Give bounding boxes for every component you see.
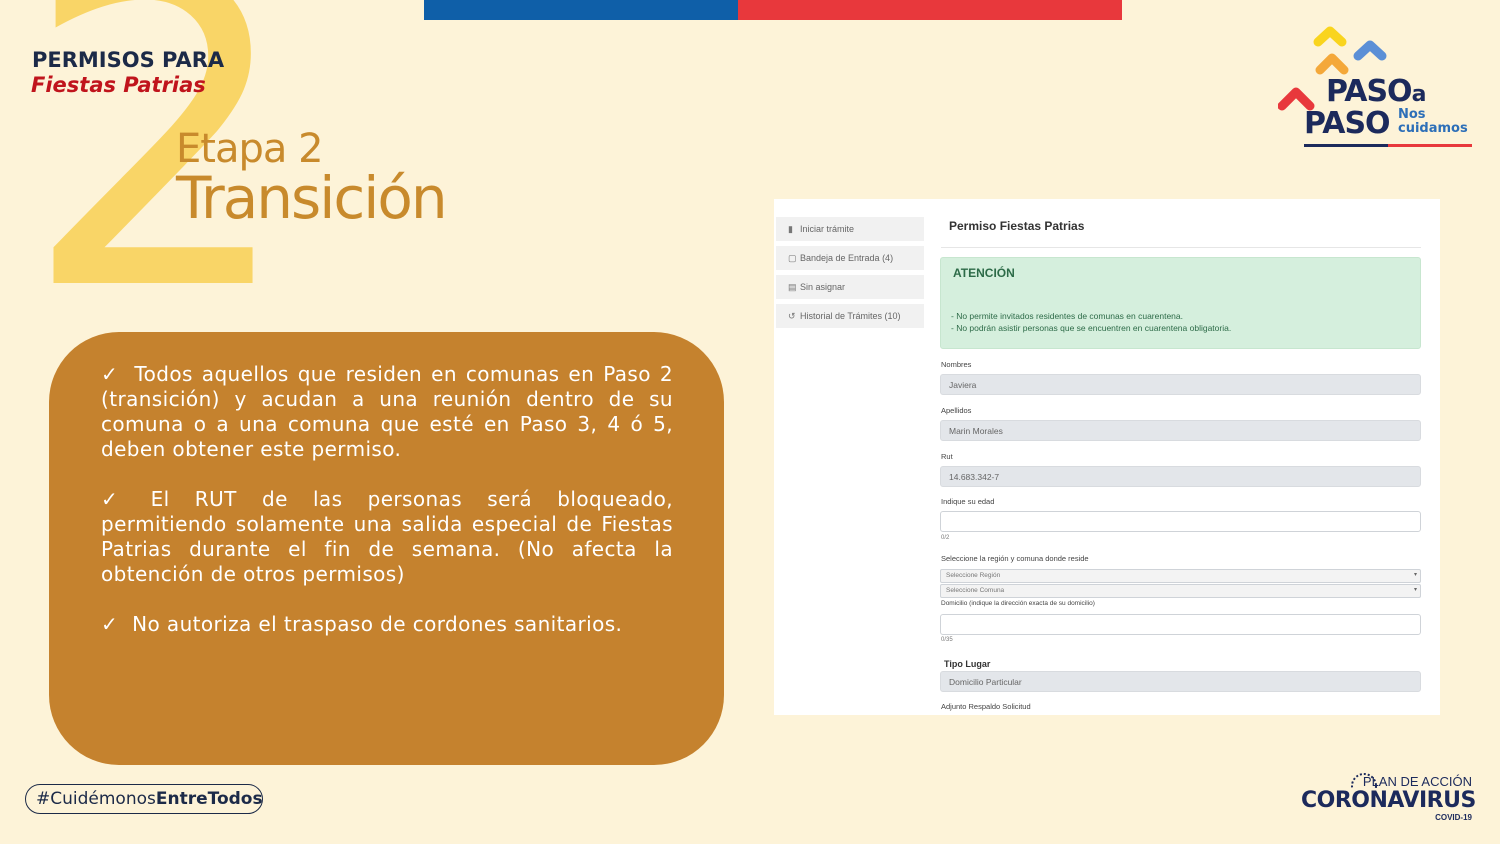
nombres-field[interactable]: Javiera [940,374,1421,395]
flag-stripe-blue [424,0,738,20]
domicilio-field[interactable] [940,614,1421,635]
check-icon: ✓ [101,362,121,386]
inbox-icon: ▢ [788,253,797,263]
bullet-item: ✓ El RUT de las personas será bloqueado, … [101,487,673,587]
nombres-label: Nombres [941,360,972,369]
tipo-lugar-field[interactable]: Domicilio Particular [940,671,1421,692]
check-icon: ✓ [101,487,137,511]
region-select[interactable]: Seleccione Región ▾ [940,569,1421,583]
bullet-item: ✓ No autoriza el traspaso de cordones san… [101,612,673,637]
unassigned-icon: ▤ [788,282,797,292]
rut-label: Rut [941,452,953,461]
apellidos-field[interactable]: Marin Morales [940,420,1421,441]
page-subtitle: Fiestas Patrias [31,73,206,97]
form-title: Permiso Fiestas Patrias [949,219,1085,233]
chevron-down-icon: ▾ [1413,572,1417,578]
bullet-text: Todos aquellos que residen en comunas en… [101,362,673,461]
sidebar-item-iniciar[interactable]: ▮ Iniciar trámite [776,217,924,241]
sidebar-item-historial[interactable]: ↺ Historial de Trámites (10) [776,304,924,328]
chevron-down-icon: ▾ [1413,587,1417,593]
apellidos-label: Apellidos [941,406,972,415]
edad-field[interactable] [940,511,1421,532]
tipo-lugar-label: Tipo Lugar [944,659,991,669]
sidebar-item-bandeja[interactable]: ▢ Bandeja de Entrada (4) [776,246,924,270]
stage-name: Transición [176,164,448,232]
attention-alert: ATENCIÓN - No permite invitados resident… [940,257,1421,349]
bullet-text: No autoriza el traspaso de cordones sani… [132,612,623,636]
plan-coronavirus-logo: PLAN DE ACCIÓN CORONAVIRUS COVID-19 [1301,773,1476,822]
rut-field[interactable]: 14.683.342-7 [940,466,1421,487]
region-label: Seleccione la región y comuna donde resi… [941,554,1089,563]
form-screenshot: ▮ Iniciar trámite ▢ Bandeja de Entrada (4)… [774,199,1440,715]
edad-label: Indique su edad [941,497,995,506]
page-title: PERMISOS PARA [32,48,225,72]
history-icon: ↺ [788,311,796,321]
bullet-item: ✓ Todos aquellos que residen en comunas e… [101,362,673,462]
adjunto-label: Adjunto Respaldo Solicitud [941,702,1031,711]
comuna-select[interactable]: Seleccione Comuna ▾ [940,584,1421,598]
check-icon: ✓ [101,612,119,636]
domicilio-label: Domicilio (indique la dirección exacta d… [941,600,1095,607]
bullet-text: El RUT de las personas será bloqueado, p… [101,487,673,586]
sidebar-item-sin-asignar[interactable]: ▤ Sin asignar [776,275,924,299]
flag-stripe-red [738,0,1122,20]
domicilio-counter: 0/35 [941,637,953,643]
file-icon: ▮ [788,224,793,234]
edad-counter: 0/2 [941,535,950,541]
hashtag-badge: #CuidémonosEntreTodos [25,784,263,814]
paso-a-paso-logo: PASOa PASO Nos cuidamos [1278,22,1478,152]
bullet-list: ✓ Todos aquellos que residen en comunas e… [101,362,673,662]
